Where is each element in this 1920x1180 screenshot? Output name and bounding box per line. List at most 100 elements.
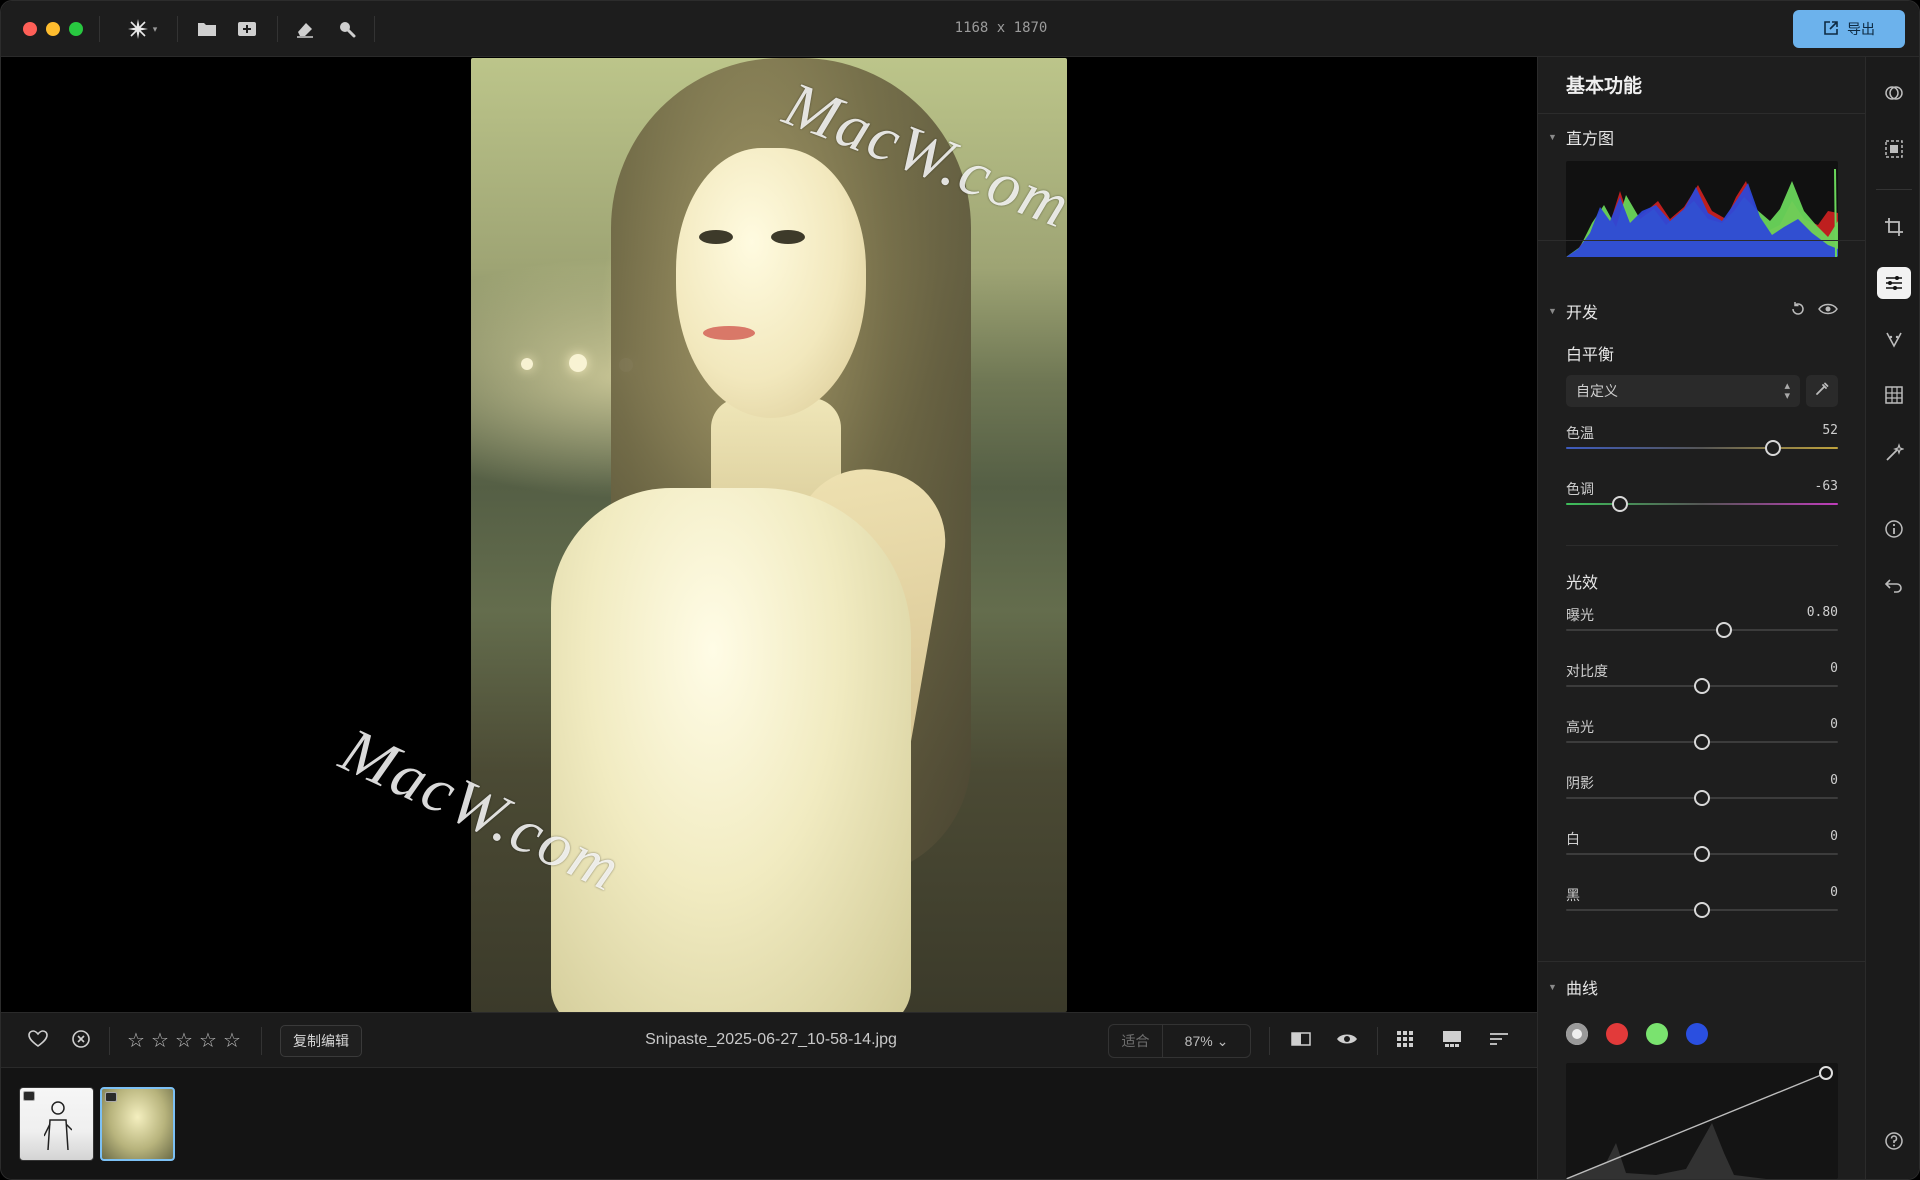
fit-button[interactable]: 适合 [1109, 1025, 1163, 1057]
slider-value[interactable]: 0 [1830, 717, 1838, 732]
reset-button[interactable] [1790, 301, 1810, 321]
eye-icon [1818, 303, 1838, 320]
help-icon[interactable] [1882, 1129, 1906, 1153]
slider-knob[interactable] [1694, 846, 1710, 862]
reject-button[interactable] [69, 1029, 93, 1053]
favorite-button[interactable] [26, 1029, 50, 1053]
minimize-window-button[interactable] [46, 22, 60, 36]
export-button[interactable]: 导出 [1793, 10, 1905, 48]
shadows-slider[interactable]: 阴影 0 [1566, 773, 1838, 817]
file-name: Snipaste_2025-06-27_10-58-14.jpg [645, 1031, 897, 1048]
bottom-divider [1269, 1027, 1270, 1055]
histogram-label: 直方图 [1566, 131, 1615, 148]
adjust-icon[interactable] [1877, 267, 1911, 299]
thumbnail-selected[interactable] [100, 1087, 175, 1161]
slider-value[interactable]: 0 [1830, 829, 1838, 844]
disclosure-triangle-icon: ▼ [1548, 982, 1557, 992]
channel-rgb-button[interactable] [1566, 1023, 1588, 1045]
star-icon[interactable]: ☆ [127, 1027, 145, 1055]
photo-eye [699, 230, 733, 244]
filmstrip-icon [1442, 1030, 1462, 1053]
image-canvas[interactable] [1, 57, 1537, 1012]
star-icon[interactable]: ☆ [223, 1027, 241, 1055]
slider-knob[interactable] [1612, 496, 1629, 512]
star-rating[interactable]: ☆ ☆ ☆ ☆ ☆ [127, 1027, 241, 1055]
thumbnail[interactable] [19, 1087, 94, 1161]
slider-knob[interactable] [1694, 902, 1710, 918]
tint-slider[interactable]: 色调 -63 [1566, 479, 1838, 523]
info-icon[interactable] [1882, 517, 1906, 541]
undo-icon[interactable] [1882, 573, 1906, 597]
slider-label: 阴影 [1566, 775, 1594, 791]
slider-track[interactable] [1566, 447, 1838, 449]
crop-icon[interactable] [1882, 215, 1906, 239]
slider-value[interactable]: -63 [1815, 479, 1838, 494]
contrast-slider[interactable]: 对比度 0 [1566, 661, 1838, 705]
channel-blue-button[interactable] [1686, 1023, 1708, 1045]
sort-button[interactable] [1487, 1029, 1511, 1053]
exposure-slider[interactable]: 曝光 0.80 [1566, 605, 1838, 649]
slider-knob[interactable] [1764, 440, 1781, 456]
highlights-slider[interactable]: 高光 0 [1566, 717, 1838, 761]
adjustment-panel: 基本功能 ▼ 直方图 ▼ 开发 白平衡 自定义 ▴ ▾ 色温 52 色调 -63… [1537, 57, 1866, 1179]
slider-track[interactable] [1566, 503, 1838, 505]
toolbar-divider [99, 16, 100, 42]
grid-view-button[interactable] [1393, 1029, 1417, 1053]
slider-value[interactable]: 52 [1822, 423, 1838, 438]
temperature-slider[interactable]: 色温 52 [1566, 423, 1838, 467]
bottom-divider [109, 1027, 110, 1055]
eraser-button[interactable] [291, 15, 319, 43]
sparkle-menu-button[interactable]: ▾ [121, 15, 163, 43]
photo-lips [703, 326, 755, 340]
slider-value[interactable]: 0.80 [1807, 605, 1838, 620]
slider-value[interactable]: 0 [1830, 773, 1838, 788]
zoom-control: 适合 87% ⌄ [1108, 1024, 1251, 1058]
subsection-divider [1566, 545, 1838, 546]
grid-icon [1396, 1030, 1414, 1053]
slider-track[interactable] [1566, 629, 1838, 631]
channel-green-button[interactable] [1646, 1023, 1668, 1045]
develop-section-header[interactable]: ▼ 开发 [1548, 299, 1598, 323]
magic-icon[interactable] [1882, 441, 1906, 465]
grid-icon[interactable] [1882, 383, 1906, 407]
panel-divider [1538, 961, 1866, 962]
filter-icon[interactable] [1882, 81, 1906, 105]
zoom-window-button[interactable] [69, 22, 83, 36]
magnifier-button[interactable] [333, 15, 361, 43]
slider-value[interactable]: 0 [1830, 885, 1838, 900]
export-label: 导出 [1847, 21, 1875, 37]
slider-value[interactable]: 0 [1830, 661, 1838, 676]
whites-slider[interactable]: 白 0 [1566, 829, 1838, 873]
select-icon[interactable] [1882, 137, 1906, 161]
slider-knob[interactable] [1715, 622, 1732, 638]
bokeh-light [569, 354, 587, 372]
slider-knob[interactable] [1694, 790, 1710, 806]
toolbar-divider [177, 16, 178, 42]
toggle-visibility-button[interactable] [1818, 302, 1840, 320]
close-window-button[interactable] [23, 22, 37, 36]
channel-red-button[interactable] [1606, 1023, 1628, 1045]
star-icon[interactable]: ☆ [199, 1027, 217, 1055]
star-icon[interactable]: ☆ [175, 1027, 193, 1055]
curves-section-header[interactable]: ▼ 曲线 [1548, 975, 1598, 999]
preview-original-button[interactable] [1335, 1029, 1359, 1053]
copy-edits-button[interactable]: 复制编辑 [280, 1025, 362, 1057]
title-bar: ▾ 1168 x 1870 导出 [1, 1, 1919, 57]
white-balance-picker-button[interactable] [1806, 375, 1838, 407]
import-button[interactable] [233, 15, 261, 43]
slider-knob[interactable] [1694, 734, 1710, 750]
compare-button[interactable] [1289, 1029, 1313, 1053]
star-icon[interactable]: ☆ [151, 1027, 169, 1055]
histogram-section-header[interactable]: ▼ 直方图 [1548, 125, 1614, 149]
white-balance-preset-select[interactable]: 自定义 ▴ ▾ [1566, 375, 1800, 407]
retouch-icon[interactable] [1882, 327, 1906, 351]
blacks-slider[interactable]: 黑 0 [1566, 885, 1838, 929]
tool-rail [1865, 57, 1919, 1179]
compare-icon [1291, 1031, 1311, 1052]
open-folder-button[interactable] [193, 15, 221, 43]
filmstrip-toggle-button[interactable] [1440, 1029, 1464, 1053]
zoom-dropdown[interactable]: 87% ⌄ [1163, 1033, 1250, 1050]
add-photo-icon [237, 20, 257, 38]
slider-knob[interactable] [1694, 678, 1710, 694]
tone-curve-editor[interactable] [1566, 1063, 1838, 1179]
